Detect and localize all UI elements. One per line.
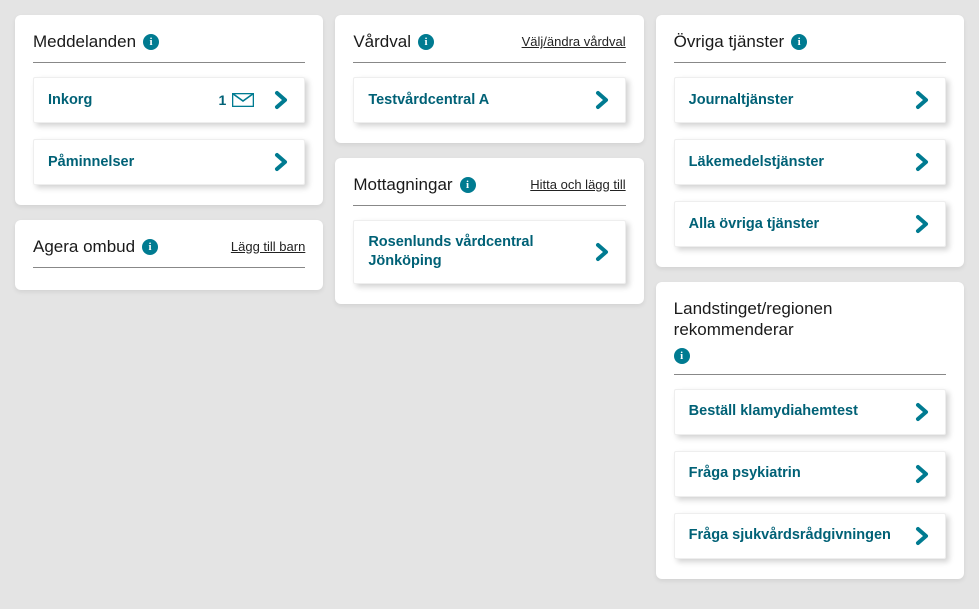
title-wrap: Övriga tjänster i xyxy=(674,32,808,52)
chevron-right-icon xyxy=(915,526,931,546)
card-title: Vårdval xyxy=(353,32,411,52)
list-item[interactable]: Rosenlunds vårdcentral Jönköping xyxy=(353,220,625,284)
item-list: Beställ klamydiahemtest Fråga psykiatrin F… xyxy=(674,389,946,559)
card-vardval: Vårdval i Välj/ändra vårdval Testvårdcentra… xyxy=(335,15,643,143)
info-icon[interactable]: i xyxy=(143,34,159,50)
card-header: Landstinget/regionen rekommenderar i xyxy=(674,298,946,375)
item-label: Beställ klamydiahemtest xyxy=(689,402,858,421)
item-list: Journaltjänster Läkemedelstjänster Alla öv… xyxy=(674,77,946,247)
list-item[interactable]: Läkemedelstjänster xyxy=(674,139,946,185)
list-item[interactable]: Fråga psykiatrin xyxy=(674,451,946,497)
chevron-right-icon xyxy=(915,214,931,234)
item-label: Rosenlunds vårdcentral Jönköping xyxy=(368,233,574,271)
card-mottagningar: Mottagningar i Hitta och lägg till Rosenlun… xyxy=(335,158,643,304)
chevron-right-icon xyxy=(274,90,290,110)
title-wrap: Vårdval i xyxy=(353,32,434,52)
card-header: Mottagningar i Hitta och lägg till xyxy=(353,174,625,206)
card-header: Vårdval i Välj/ändra vårdval xyxy=(353,31,625,63)
title-wrap: Agera ombud i xyxy=(33,237,158,257)
item-label: Fråga psykiatrin xyxy=(689,464,801,483)
info-icon[interactable]: i xyxy=(674,348,690,364)
item-meta: 1 xyxy=(219,92,255,108)
chevron-right-icon xyxy=(915,152,931,172)
title-wrap: Meddelanden i xyxy=(33,32,159,52)
chevron-right-icon xyxy=(274,152,290,172)
chevron-right-icon xyxy=(595,242,611,262)
item-list: Inkorg 1 Påminnelser xyxy=(33,77,305,185)
header-link-mottagningar[interactable]: Hitta och lägg till xyxy=(530,177,625,192)
title-wrap: Mottagningar i xyxy=(353,175,475,195)
list-item[interactable]: Journaltjänster xyxy=(674,77,946,123)
list-item[interactable]: Testvårdcentral A xyxy=(353,77,625,123)
item-label: Inkorg xyxy=(48,91,92,110)
list-item[interactable]: Beställ klamydiahemtest xyxy=(674,389,946,435)
item-label: Läkemedelstjänster xyxy=(689,153,824,172)
title-wrap: Landstinget/regionen rekommenderar i xyxy=(674,298,946,364)
card-title: Övriga tjänster xyxy=(674,32,785,52)
info-icon[interactable]: i xyxy=(418,34,434,50)
list-item[interactable]: Inkorg 1 xyxy=(33,77,305,123)
mail-icon xyxy=(232,93,254,107)
card-title: Agera ombud xyxy=(33,237,135,257)
card-landstinget: Landstinget/regionen rekommenderar i Bestä… xyxy=(656,282,964,579)
item-count: 1 xyxy=(219,92,227,108)
list-item[interactable]: Fråga sjukvårdsrådgivningen xyxy=(674,513,946,559)
info-icon[interactable]: i xyxy=(791,34,807,50)
item-label: Journaltjänster xyxy=(689,91,794,110)
chevron-right-icon xyxy=(915,464,931,484)
info-icon[interactable]: i xyxy=(142,239,158,255)
chevron-right-icon xyxy=(595,90,611,110)
card-title: Landstinget/regionen rekommenderar xyxy=(674,298,946,341)
item-label: Påminnelser xyxy=(48,153,134,172)
card-header: Övriga tjänster i xyxy=(674,31,946,63)
card-agera-ombud: Agera ombud i Lägg till barn xyxy=(15,220,323,290)
item-list: Testvårdcentral A xyxy=(353,77,625,123)
list-item[interactable]: Alla övriga tjänster xyxy=(674,201,946,247)
card-title: Mottagningar xyxy=(353,175,452,195)
header-link-agera-ombud[interactable]: Lägg till barn xyxy=(231,239,305,254)
item-label: Alla övriga tjänster xyxy=(689,215,820,234)
card-title: Meddelanden xyxy=(33,32,136,52)
list-item[interactable]: Påminnelser xyxy=(33,139,305,185)
item-list: Rosenlunds vårdcentral Jönköping xyxy=(353,220,625,284)
card-header: Meddelanden i xyxy=(33,31,305,63)
card-ovriga-tjanster: Övriga tjänster i Journaltjänster Läkemedel… xyxy=(656,15,964,267)
card-meddelanden: Meddelanden i Inkorg 1 Påminnelser xyxy=(15,15,323,205)
item-label: Fråga sjukvårdsrådgivningen xyxy=(689,526,891,545)
chevron-right-icon xyxy=(915,402,931,422)
header-link-vardval[interactable]: Välj/ändra vårdval xyxy=(522,34,626,49)
item-label: Testvårdcentral A xyxy=(368,91,489,110)
info-icon[interactable]: i xyxy=(460,177,476,193)
card-header: Agera ombud i Lägg till barn xyxy=(33,236,305,268)
chevron-right-icon xyxy=(915,90,931,110)
